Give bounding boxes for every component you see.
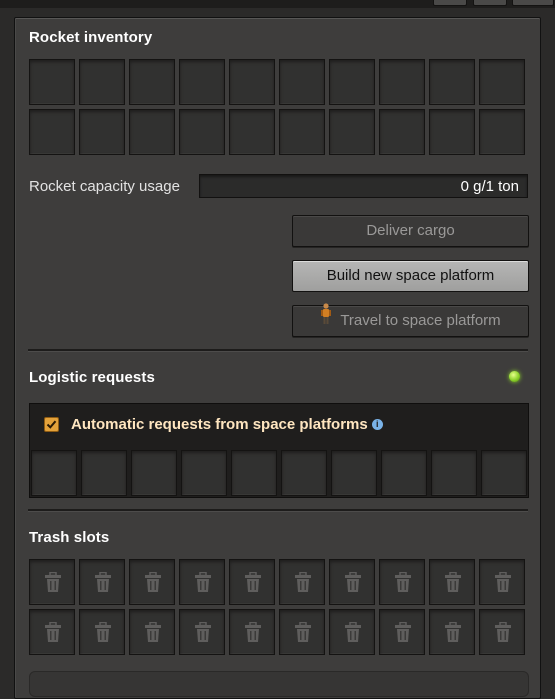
trash-icon — [394, 621, 412, 648]
trash-slot[interactable] — [329, 609, 375, 655]
trash-icon — [294, 571, 312, 598]
trash-slot[interactable] — [329, 559, 375, 605]
inventory-slot[interactable] — [429, 109, 475, 155]
trash-icon — [444, 621, 462, 648]
trash-slot[interactable] — [29, 609, 75, 655]
title-bar-button[interactable] — [473, 0, 507, 6]
trash-icon — [494, 621, 512, 648]
build-space-platform-button[interactable]: Build new space platform — [292, 260, 529, 292]
capacity-value: 0 g/1 ton — [460, 178, 519, 195]
trash-icon — [444, 571, 462, 598]
logistic-requests-title: Logistic requests — [29, 369, 155, 386]
inventory-slot[interactable] — [229, 59, 275, 105]
inventory-slot[interactable] — [129, 59, 175, 105]
trash-slot[interactable] — [79, 609, 125, 655]
status-indicator-icon — [509, 371, 520, 382]
trash-icon — [44, 621, 62, 648]
inventory-slot[interactable] — [79, 59, 125, 105]
request-slot[interactable] — [31, 450, 77, 496]
bottom-bar — [29, 671, 529, 697]
trash-slot[interactable] — [179, 559, 225, 605]
inventory-slot[interactable] — [29, 109, 75, 155]
trash-icon — [144, 571, 162, 598]
trash-slot[interactable] — [429, 609, 475, 655]
title-bar-button[interactable] — [512, 0, 554, 6]
trash-icon — [94, 571, 112, 598]
request-slot[interactable] — [81, 450, 127, 496]
trash-icon — [244, 571, 262, 598]
trash-slots-grid — [29, 559, 525, 655]
trash-icon — [394, 571, 412, 598]
travel-button-label: Travel to space platform — [340, 312, 501, 329]
trash-icon — [94, 621, 112, 648]
trash-slot[interactable] — [429, 559, 475, 605]
inventory-slot[interactable] — [179, 59, 225, 105]
request-slot[interactable] — [331, 450, 377, 496]
inventory-slot[interactable] — [79, 109, 125, 155]
capacity-bar: 0 g/1 ton — [199, 174, 528, 198]
inventory-slot[interactable] — [279, 109, 325, 155]
title-bar-button[interactable] — [433, 0, 467, 6]
trash-slots-title: Trash slots — [29, 529, 110, 546]
trash-slot[interactable] — [279, 609, 325, 655]
rocket-inventory-title: Rocket inventory — [29, 29, 153, 46]
trash-slot[interactable] — [129, 559, 175, 605]
inventory-slot[interactable] — [329, 59, 375, 105]
auto-requests-checkbox[interactable] — [44, 417, 59, 432]
request-slot[interactable] — [481, 450, 527, 496]
trash-slot[interactable] — [479, 559, 525, 605]
inventory-slot[interactable] — [129, 109, 175, 155]
rocket-inventory-grid — [29, 59, 525, 155]
info-icon[interactable]: i — [371, 418, 383, 430]
trash-slot[interactable] — [279, 559, 325, 605]
trash-slot[interactable] — [29, 559, 75, 605]
trash-icon — [44, 571, 62, 598]
request-slot[interactable] — [431, 450, 477, 496]
trash-icon — [294, 621, 312, 648]
inventory-slot[interactable] — [179, 109, 225, 155]
section-divider — [28, 509, 528, 512]
trash-slot[interactable] — [379, 609, 425, 655]
trash-slot[interactable] — [79, 559, 125, 605]
request-slot[interactable] — [231, 450, 277, 496]
trash-slot[interactable] — [229, 609, 275, 655]
inventory-slot[interactable] — [279, 59, 325, 105]
auto-requests-text: Automatic requests from space platforms — [71, 416, 368, 433]
trash-icon — [344, 621, 362, 648]
trash-slot[interactable] — [129, 609, 175, 655]
trash-icon — [344, 571, 362, 598]
request-slot[interactable] — [131, 450, 177, 496]
auto-requests-label: Automatic requests from space platforms i — [71, 416, 383, 433]
inventory-slot[interactable] — [479, 109, 525, 155]
trash-slot[interactable] — [379, 559, 425, 605]
inventory-slot[interactable] — [229, 109, 275, 155]
inventory-slot[interactable] — [329, 109, 375, 155]
engineer-icon — [320, 303, 332, 336]
trash-icon — [494, 571, 512, 598]
inventory-slot[interactable] — [379, 59, 425, 105]
trash-slot[interactable] — [179, 609, 225, 655]
deliver-cargo-button[interactable]: Deliver cargo — [292, 215, 529, 247]
trash-slot[interactable] — [229, 559, 275, 605]
inventory-slot[interactable] — [479, 59, 525, 105]
window-top-bar — [0, 0, 555, 8]
capacity-label: Rocket capacity usage — [29, 178, 180, 195]
trash-icon — [194, 621, 212, 648]
request-slot[interactable] — [181, 450, 227, 496]
inventory-slot[interactable] — [379, 109, 425, 155]
trash-icon — [144, 621, 162, 648]
inventory-slot[interactable] — [429, 59, 475, 105]
request-slot[interactable] — [381, 450, 427, 496]
trash-icon — [194, 571, 212, 598]
request-slot[interactable] — [281, 450, 327, 496]
trash-slot[interactable] — [479, 609, 525, 655]
travel-to-space-platform-button[interactable]: Travel to space platform — [292, 303, 529, 337]
trash-icon — [244, 621, 262, 648]
checkmark-icon — [46, 420, 57, 429]
section-divider — [28, 349, 528, 352]
logistic-requests-grid — [31, 450, 527, 496]
inventory-slot[interactable] — [29, 59, 75, 105]
